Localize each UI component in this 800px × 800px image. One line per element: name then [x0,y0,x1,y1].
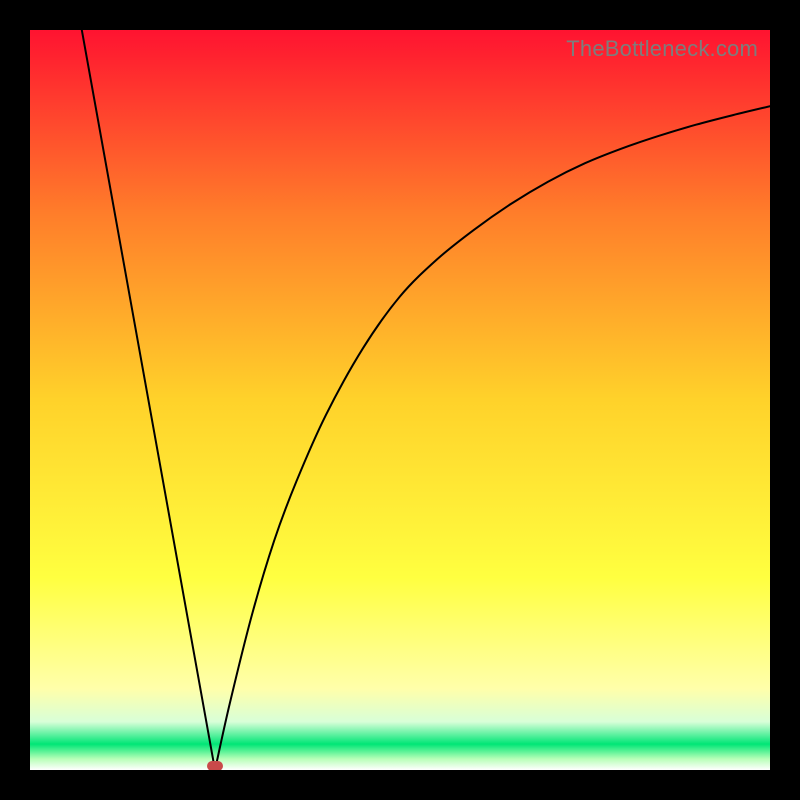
watermark-label: TheBottleneck.com [566,36,758,62]
chart-frame: TheBottleneck.com [30,30,770,770]
chart-svg [30,30,770,770]
gradient-background [30,30,770,770]
minimum-marker [207,761,223,770]
